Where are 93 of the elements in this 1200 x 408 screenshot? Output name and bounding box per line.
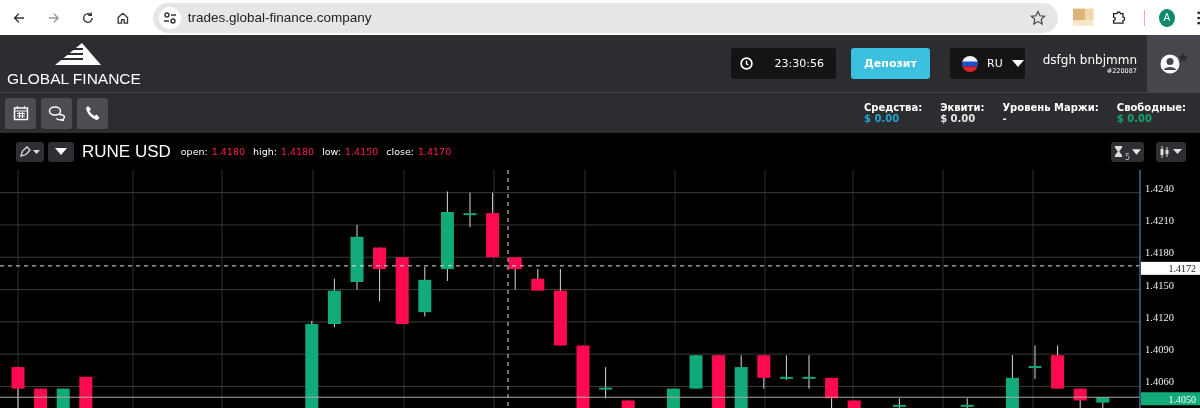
ref-line-label: 1.4172 — [1168, 263, 1196, 275]
chat-bubbles-icon — [47, 105, 66, 121]
candle — [892, 397, 906, 408]
candle — [666, 388, 680, 408]
pyramid-logo-icon — [55, 43, 101, 67]
timeframe-button[interactable]: 5 — [1110, 141, 1144, 162]
hourglass-icon — [1113, 146, 1123, 157]
ohlc-value: 1.4180 — [280, 146, 315, 157]
symbol-dropdown-button[interactable] — [48, 141, 74, 162]
ohlc-value: 1.4170 — [417, 146, 452, 157]
stat-label: Свободные: — [1116, 102, 1186, 113]
clock-icon — [740, 57, 753, 70]
axis-tick-label: 1.4240 — [1145, 182, 1174, 194]
ohlc-label: open: — [180, 146, 208, 157]
drawing-tools-button[interactable] — [16, 141, 44, 162]
ohlc-value: 1.4150 — [345, 146, 379, 157]
axis-tick-label: 1.4120 — [1145, 311, 1174, 323]
candle — [350, 224, 364, 291]
menu-icon[interactable] — [1196, 9, 1200, 26]
calendar-button[interactable] — [5, 97, 36, 129]
profile-button[interactable] — [1147, 35, 1200, 92]
candle — [576, 345, 590, 408]
candle — [1051, 345, 1065, 390]
reload-icon[interactable] — [81, 9, 95, 26]
calendar-icon — [12, 105, 29, 121]
address-bar[interactable]: trades.global-finance.company — [152, 2, 1058, 33]
candle — [11, 366, 25, 408]
candle — [1005, 354, 1019, 408]
candle — [463, 192, 477, 228]
candle — [1028, 345, 1042, 380]
candle — [486, 192, 500, 258]
phone-icon — [84, 105, 101, 121]
candle — [373, 247, 387, 302]
candle — [802, 354, 816, 390]
candle — [689, 354, 703, 390]
candle — [418, 266, 432, 317]
candle — [531, 268, 545, 292]
ohlc-value: 1.4180 — [211, 146, 245, 157]
axis-tick-label: 1.4210 — [1145, 214, 1174, 226]
url-text: trades.global-finance.company — [187, 10, 373, 25]
candle — [79, 376, 93, 408]
bookmark-star-icon[interactable] — [1029, 9, 1046, 26]
caret-icon — [1132, 148, 1141, 155]
chart-type-button[interactable] — [1156, 141, 1186, 162]
candle — [734, 354, 748, 408]
price-label: 1.4050 — [1141, 392, 1200, 406]
candle — [1073, 388, 1087, 408]
axis-tick-label: 1.4150 — [1145, 279, 1174, 291]
candle — [56, 388, 70, 408]
symbol-name: RUNE USD — [82, 141, 171, 162]
ref-line-label: 1.4050 — [1168, 393, 1196, 405]
candle — [712, 354, 726, 408]
phone-button[interactable] — [77, 97, 108, 129]
axis-tick-label: 1.4090 — [1145, 344, 1174, 356]
candle — [757, 354, 771, 390]
chat-button[interactable] — [41, 97, 72, 129]
candle — [847, 399, 861, 408]
site-settings-icon[interactable] — [158, 6, 181, 29]
candle — [599, 366, 613, 399]
ohlc-label: high: — [252, 146, 277, 157]
candle — [508, 256, 522, 291]
stat-value: $ 0.00 — [1116, 113, 1153, 124]
candle — [779, 354, 793, 381]
axis-tick-label: 1.4060 — [1145, 376, 1174, 388]
axis-tick-label: 1.4180 — [1145, 247, 1174, 259]
stat-value: - — [1002, 113, 1008, 124]
russia-flag-icon — [962, 55, 978, 72]
candle — [621, 399, 635, 408]
stat-label: Эквити: — [940, 102, 985, 113]
stat-label: Уровень Маржи: — [1002, 102, 1099, 113]
pen-icon — [19, 145, 41, 158]
candlestick-icon — [1159, 145, 1183, 158]
language-selector[interactable]: RU — [950, 48, 1025, 79]
stat-value: $ 0.00 — [864, 113, 900, 124]
ohlc-label: close: — [386, 146, 414, 157]
candle — [327, 278, 341, 328]
clock-time: 23:30:56 — [774, 57, 824, 70]
user-icon — [1158, 52, 1189, 75]
caret-icon — [1011, 60, 1024, 67]
candle — [1096, 396, 1110, 408]
brand-name: GLOBAL FINANCE — [7, 70, 141, 88]
puzzle-icon[interactable] — [1110, 8, 1127, 27]
candle — [34, 388, 48, 408]
candle — [960, 397, 974, 408]
user-name: dsfgh bnbjmmn — [1042, 52, 1137, 67]
candle — [395, 256, 409, 325]
candle — [825, 377, 839, 408]
stat-label: Средства: — [864, 102, 923, 113]
profile-avatar[interactable]: A — [1159, 8, 1175, 27]
stat-value: $ 0.00 — [940, 113, 977, 124]
ohlc-label: low: — [322, 146, 342, 157]
price-label: 1.4172 — [1141, 261, 1200, 275]
caret-icon — [55, 148, 67, 155]
